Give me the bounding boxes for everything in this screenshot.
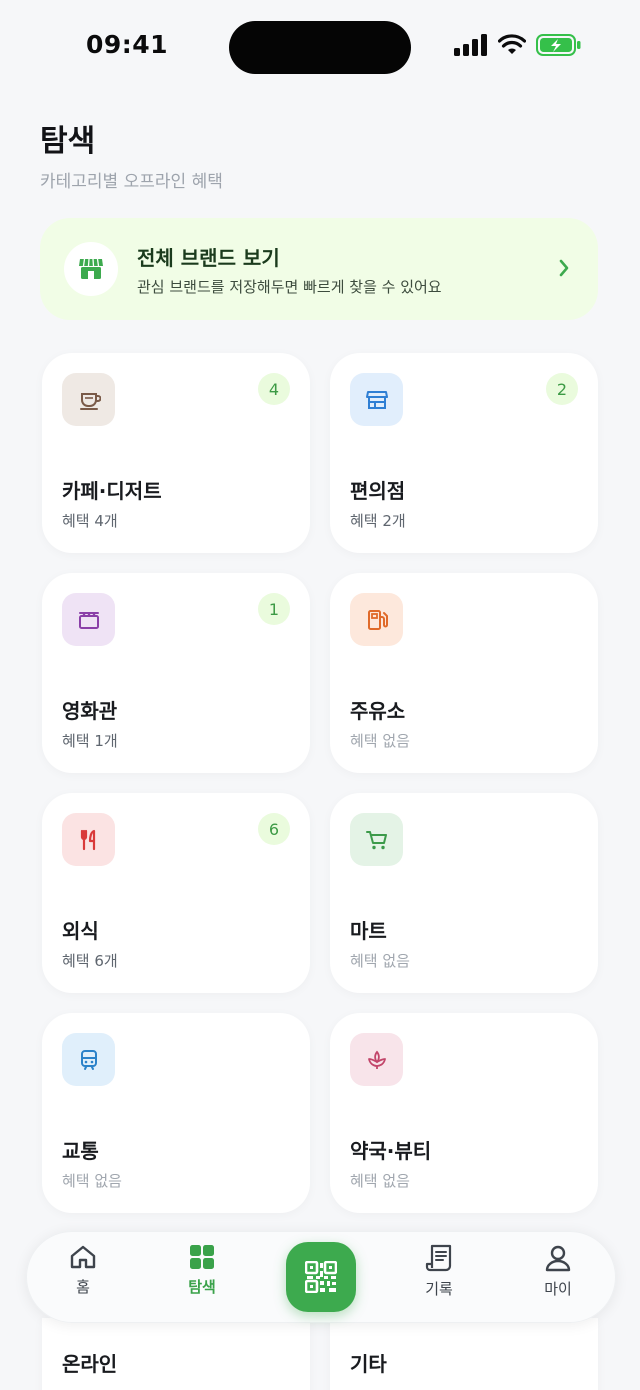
status-bar: 09:41 [0, 0, 640, 96]
category-benefit-summary: 혜택 없음 [350, 952, 410, 970]
nav-home[interactable]: 홈 [43, 1244, 123, 1297]
nav-my[interactable]: 마이 [518, 1244, 598, 1299]
chevron-right-icon [559, 259, 569, 277]
category-card[interactable]: 4 카페·디저트혜택 4개 [42, 353, 310, 553]
category-icon-box [62, 593, 115, 646]
page-subtitle: 카테고리별 오프라인 혜택 [40, 172, 223, 192]
category-icon-box [62, 373, 115, 426]
category-benefit-summary: 혜택 없음 [350, 1172, 410, 1190]
fork-knife-icon [80, 829, 95, 850]
category-benefit-summary: 혜택 없음 [62, 1172, 122, 1190]
category-card[interactable]: 교통혜택 없음 [42, 1013, 310, 1213]
benefit-count-badge: 4 [258, 373, 290, 405]
category-icon-box [350, 373, 403, 426]
train-icon [80, 1049, 97, 1070]
coffee-cup-icon [79, 392, 101, 410]
fuel-pump-icon [367, 609, 388, 630]
category-benefit-summary: 혜택 6개 [62, 952, 118, 970]
category-name: 영화관 [62, 699, 118, 723]
status-icons [454, 34, 582, 56]
nav-history[interactable]: 기록 [399, 1244, 479, 1299]
dynamic-island [229, 21, 411, 74]
benefit-count-badge: 6 [258, 813, 290, 845]
nav-my-label: 마이 [544, 1280, 572, 1298]
category-name: 마트 [350, 919, 387, 943]
category-name: 기타 [350, 1352, 387, 1376]
category-name: 편의점 [350, 479, 406, 503]
store-icon [365, 390, 388, 409]
nav-home-label: 홈 [76, 1278, 90, 1296]
category-card[interactable]: 1 영화관혜택 1개 [42, 573, 310, 773]
category-card[interactable]: 주유소혜택 없음 [330, 573, 598, 773]
page-title: 탐색 [40, 124, 96, 159]
nav-history-label: 기록 [425, 1280, 453, 1298]
benefit-count-badge: 1 [258, 593, 290, 625]
wifi-icon [498, 34, 526, 54]
user-icon [545, 1245, 571, 1272]
brand-icon-wrap [64, 242, 118, 296]
benefit-count-badge: 2 [546, 373, 578, 405]
all-brands-description: 관심 브랜드를 저장해두면 빠르게 찾을 수 있어요 [137, 278, 442, 296]
category-icon-box [350, 1033, 403, 1086]
storefront-icon [79, 258, 103, 279]
category-card[interactable]: 6 외식혜택 6개 [42, 793, 310, 993]
category-icon-box [350, 593, 403, 646]
category-card[interactable]: 약국·뷰티혜택 없음 [330, 1013, 598, 1213]
category-benefit-summary: 혜택 없음 [350, 732, 410, 750]
category-card[interactable]: 기타 [330, 1318, 598, 1390]
category-card[interactable]: 온라인 [42, 1318, 310, 1390]
category-name: 교통 [62, 1139, 99, 1163]
qr-scan-button[interactable] [286, 1242, 356, 1312]
lotus-icon [367, 1050, 386, 1069]
cellular-signal-icon [454, 34, 487, 56]
nav-explore[interactable]: 탐색 [162, 1244, 242, 1297]
category-icon-box [62, 813, 115, 866]
category-icon-box [62, 1033, 115, 1086]
category-icon-box [350, 813, 403, 866]
category-benefit-summary: 혜택 1개 [62, 732, 118, 750]
home-icon [70, 1245, 96, 1269]
category-card[interactable]: 마트혜택 없음 [330, 793, 598, 993]
grid-icon [190, 1245, 214, 1269]
category-card[interactable]: 2 편의점혜택 2개 [330, 353, 598, 553]
category-name: 외식 [62, 919, 99, 943]
all-brands-title: 전체 브랜드 보기 [137, 246, 280, 270]
category-name: 약국·뷰티 [350, 1139, 432, 1163]
battery-charging-icon [536, 34, 581, 56]
receipt-icon [425, 1244, 452, 1272]
shopping-cart-icon [365, 830, 387, 849]
all-brands-banner[interactable]: 전체 브랜드 보기 관심 브랜드를 저장해두면 빠르게 찾을 수 있어요 [40, 218, 598, 320]
nav-explore-label: 탐색 [188, 1278, 216, 1296]
category-name: 카페·디저트 [62, 479, 162, 503]
qr-code-icon [305, 1261, 337, 1293]
category-benefit-summary: 혜택 2개 [350, 512, 406, 530]
category-benefit-summary: 혜택 4개 [62, 512, 118, 530]
clapperboard-icon [78, 611, 99, 629]
status-time: 09:41 [86, 30, 169, 59]
category-name: 주유소 [350, 699, 406, 723]
bottom-navigation-bar: 홈 탐색 기록 마이 [26, 1231, 616, 1323]
category-name: 온라인 [62, 1352, 118, 1376]
